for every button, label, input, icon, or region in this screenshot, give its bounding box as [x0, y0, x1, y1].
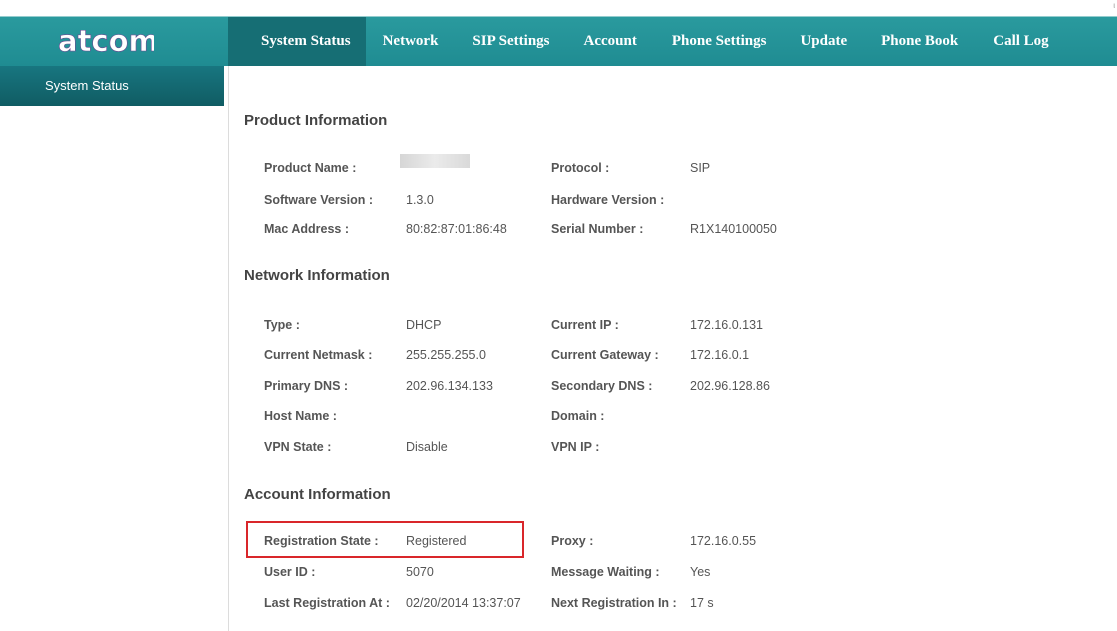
serial-number-label: Serial Number : [551, 222, 644, 236]
corner-mark: ι [1113, 1, 1115, 10]
netmask-label: Current Netmask : [264, 348, 373, 362]
gateway-label: Current Gateway : [551, 348, 659, 362]
sidebar: System Status [0, 66, 229, 631]
host-name-label: Host Name : [264, 409, 337, 423]
current-ip-label: Current IP : [551, 318, 619, 332]
type-label: Type : [264, 318, 300, 332]
protocol-value: SIP [690, 161, 711, 175]
tab-sip-settings[interactable]: SIP Settings [457, 17, 568, 66]
next-registration-label: Next Registration In : [551, 596, 677, 610]
type-value: DHCP [406, 318, 442, 332]
network-info-title: Network Information [244, 267, 390, 284]
vpn-state-value: Disable [406, 440, 448, 454]
message-waiting-value: Yes [690, 565, 711, 579]
product-info-title: Product Information [244, 112, 388, 129]
secondary-dns-label: Secondary DNS : [551, 379, 653, 393]
sidebar-item-system-status[interactable]: System Status [0, 66, 224, 106]
netmask-value: 255.255.255.0 [406, 348, 486, 362]
last-registration-label: Last Registration At : [264, 596, 390, 610]
message-waiting-label: Message Waiting : [551, 565, 660, 579]
primary-dns-value: 202.96.134.133 [406, 379, 493, 393]
proxy-value: 172.16.0.55 [690, 534, 757, 548]
main-nav: System Status Network SIP Settings Accou… [228, 17, 1049, 66]
user-id-value: 5070 [406, 565, 434, 579]
domain-label: Domain : [551, 409, 605, 423]
svg-text:atcom: atcom [58, 24, 154, 58]
tab-phone-book[interactable]: Phone Book [866, 17, 977, 66]
hardware-version-label: Hardware Version : [551, 193, 665, 207]
software-version-value: 1.3.0 [406, 193, 434, 207]
serial-number-value: R1X140100050 [690, 222, 777, 236]
top-header: atcom System Status Network SIP Settings… [0, 0, 1117, 66]
next-registration-value: 17 s [690, 596, 714, 610]
tab-call-log[interactable]: Call Log [977, 17, 1048, 66]
protocol-label: Protocol : [551, 161, 610, 175]
registration-state-label: Registration State : [264, 534, 379, 548]
user-id-label: User ID : [264, 565, 316, 579]
tab-phone-settings[interactable]: Phone Settings [656, 17, 786, 66]
product-name-redacted [400, 154, 470, 168]
product-name-label: Product Name : [264, 161, 357, 175]
current-ip-value: 172.16.0.131 [690, 318, 763, 332]
tab-system-status[interactable]: System Status [228, 17, 366, 66]
vpn-ip-label: VPN IP : [551, 440, 600, 454]
registration-state-value: Registered [406, 534, 467, 548]
tab-network[interactable]: Network [366, 17, 458, 66]
mac-address-value: 80:82:87:01:86:48 [406, 222, 507, 236]
vpn-state-label: VPN State : [264, 440, 332, 454]
proxy-label: Proxy : [551, 534, 594, 548]
account-info-title: Account Information [244, 486, 391, 503]
primary-dns-label: Primary DNS : [264, 379, 349, 393]
atcom-logo[interactable]: atcom [58, 24, 154, 58]
last-registration-value: 02/20/2014 13:37:07 [406, 596, 521, 610]
software-version-label: Software Version : [264, 193, 374, 207]
tab-account[interactable]: Account [569, 17, 656, 66]
mac-address-label: Mac Address : [264, 222, 349, 236]
tab-update[interactable]: Update [785, 17, 866, 66]
gateway-value: 172.16.0.1 [690, 348, 750, 362]
secondary-dns-value: 202.96.128.86 [690, 379, 770, 393]
